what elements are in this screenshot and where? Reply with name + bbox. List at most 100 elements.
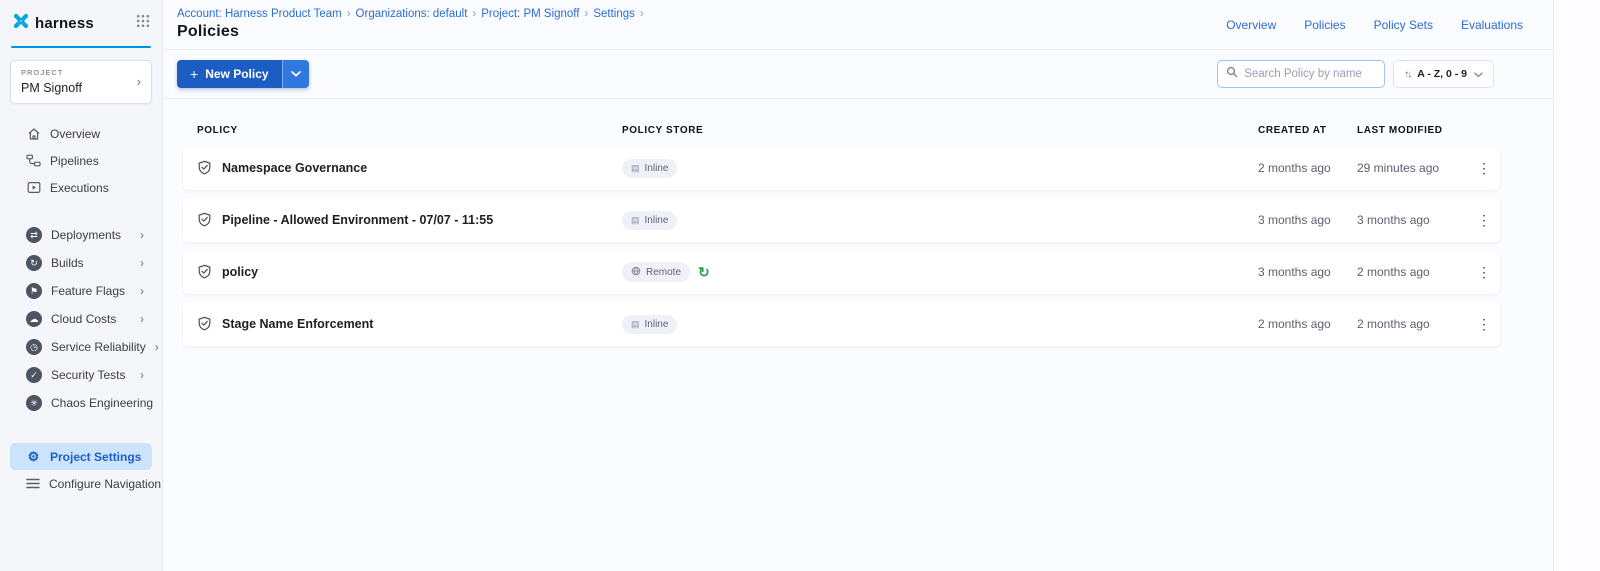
tab-overview[interactable]: Overview bbox=[1226, 18, 1276, 32]
breadcrumb-separator: › bbox=[472, 8, 476, 20]
policy-name: Stage Name Enforcement bbox=[222, 317, 373, 331]
sidebar-item-cloud-costs[interactable]: ☁ Cloud Costs › bbox=[10, 305, 152, 333]
home-icon bbox=[26, 126, 41, 141]
row-menu-button[interactable]: ⋮ bbox=[1468, 316, 1500, 333]
deployments-icon: ⇄ bbox=[26, 227, 42, 243]
sidebar-item-chaos-engineering[interactable]: ✳Chaos Engineering› bbox=[10, 389, 152, 417]
search-input[interactable] bbox=[1244, 68, 1376, 80]
policy-row[interactable]: policyRemote↻3 months ago2 months ago⋮ bbox=[183, 250, 1500, 294]
sidebar-item-label: Configure Navigation bbox=[49, 477, 161, 491]
brand-name: harness bbox=[35, 15, 94, 32]
sidebar-nav: Overview Pipelines Executions bbox=[0, 120, 162, 201]
sidebar-item-service-reliability[interactable]: ◷Service Reliability› bbox=[10, 333, 152, 361]
chevron-right-icon: › bbox=[155, 341, 159, 353]
apps-grid-icon[interactable] bbox=[136, 14, 150, 33]
executions-icon bbox=[26, 180, 41, 195]
policy-store-label: Inline bbox=[645, 215, 669, 226]
sort-arrows-icon: ↑↓ bbox=[1404, 69, 1410, 80]
policy-store-label: Inline bbox=[645, 319, 669, 330]
sidebar-item-label: Service Reliability bbox=[51, 340, 146, 354]
sidebar-item-label: Chaos Engineering bbox=[51, 396, 153, 410]
security-tests-icon: ✓ bbox=[26, 367, 42, 383]
sidebar-item-deployments[interactable]: ⇄Deployments› bbox=[10, 221, 152, 249]
row-menu-button[interactable]: ⋮ bbox=[1468, 264, 1500, 281]
main-area: Account: Harness Product Team › Organizati… bbox=[163, 0, 1553, 571]
sidebar-item-executions[interactable]: Executions bbox=[10, 174, 152, 201]
breadcrumb-item[interactable]: Project: PM Signoff bbox=[481, 8, 579, 20]
sidebar-bottom: ⚙Project SettingsConfigure Navigation bbox=[0, 443, 162, 497]
policy-shield-icon bbox=[197, 316, 212, 332]
sidebar-item-pipelines[interactable]: Pipelines bbox=[10, 147, 152, 174]
chevron-right-icon: › bbox=[140, 285, 144, 297]
sidebar-item-label: Project Settings bbox=[50, 450, 141, 464]
logo-accent-underline bbox=[11, 46, 151, 48]
sidebar-item-security-tests[interactable]: ✓Security Tests› bbox=[10, 361, 152, 389]
policy-store-label: Remote bbox=[646, 267, 681, 278]
sidebar-item-builds[interactable]: ↻Builds› bbox=[10, 249, 152, 277]
sidebar: harness PROJECT PM Signoff › Overview Pip… bbox=[0, 0, 163, 571]
created-at: 3 months ago bbox=[1258, 213, 1357, 227]
policy-shield-icon bbox=[197, 212, 212, 228]
logo-row: harness bbox=[0, 0, 162, 46]
sidebar-item-feature-flags[interactable]: ⚑Feature Flags› bbox=[10, 277, 152, 305]
inline-document-icon: ▤ bbox=[631, 320, 640, 329]
tab-policies[interactable]: Policies bbox=[1304, 18, 1345, 32]
tab-policy-sets[interactable]: Policy Sets bbox=[1374, 18, 1433, 32]
feature-flags-icon: ⚑ bbox=[26, 283, 42, 299]
chevron-right-icon: › bbox=[137, 75, 141, 88]
project-name: PM Signoff bbox=[21, 81, 82, 95]
chevron-down-icon bbox=[1474, 65, 1483, 83]
inline-document-icon: ▤ bbox=[631, 164, 640, 173]
breadcrumb-separator: › bbox=[585, 8, 589, 20]
breadcrumb-separator: › bbox=[347, 8, 351, 20]
last-modified: 3 months ago bbox=[1357, 213, 1468, 227]
header-tabs: Overview Policies Policy Sets Evaluations bbox=[1226, 0, 1523, 49]
breadcrumb-item[interactable]: Organizations: default bbox=[356, 8, 468, 20]
project-selector[interactable]: PROJECT PM Signoff › bbox=[10, 60, 152, 104]
sort-label: A - Z, 0 - 9 bbox=[1417, 68, 1467, 80]
page-title: Policies bbox=[177, 23, 644, 41]
breadcrumb-item[interactable]: Settings bbox=[593, 8, 635, 20]
policy-store-badge: ▤ Inline bbox=[622, 315, 677, 334]
sidebar-item-configure-navigation[interactable]: Configure Navigation bbox=[10, 470, 152, 497]
chevron-right-icon: › bbox=[140, 313, 144, 325]
row-menu-button[interactable]: ⋮ bbox=[1468, 160, 1500, 177]
tab-evaluations[interactable]: Evaluations bbox=[1461, 18, 1523, 32]
created-at: 2 months ago bbox=[1258, 317, 1357, 331]
policy-shield-icon bbox=[197, 264, 212, 280]
sidebar-item-label: Cloud Costs bbox=[51, 312, 116, 326]
column-last-modified: LAST MODIFIED bbox=[1357, 125, 1468, 136]
policy-row[interactable]: Namespace Governance▤Inline2 months ago2… bbox=[183, 146, 1500, 190]
sidebar-modules: ⇄Deployments›↻Builds›⚑Feature Flags›☁Clo… bbox=[0, 221, 162, 417]
policy-name: Namespace Governance bbox=[222, 161, 367, 175]
breadcrumb-separator: › bbox=[640, 8, 644, 20]
inline-document-icon: ▤ bbox=[631, 216, 640, 225]
builds-icon: ↻ bbox=[26, 255, 42, 271]
sort-dropdown[interactable]: ↑↓ A - Z, 0 - 9 bbox=[1393, 60, 1494, 88]
sidebar-item-label: Builds bbox=[51, 256, 84, 270]
sidebar-item-label: Executions bbox=[50, 181, 109, 195]
breadcrumb-item[interactable]: Account: Harness Product Team bbox=[177, 8, 342, 20]
sidebar-item-overview[interactable]: Overview bbox=[10, 120, 152, 147]
plus-icon: + bbox=[190, 67, 198, 81]
sidebar-item-project-settings[interactable]: ⚙Project Settings bbox=[10, 443, 152, 470]
chevron-down-icon bbox=[291, 71, 301, 77]
new-policy-dropdown-button[interactable] bbox=[282, 60, 309, 88]
chaos-engineering-icon: ✳ bbox=[26, 395, 42, 411]
policy-store-label: Inline bbox=[645, 163, 669, 174]
hamburger-icon bbox=[26, 476, 40, 491]
cloud-costs-icon: ☁ bbox=[26, 311, 42, 327]
row-menu-button[interactable]: ⋮ bbox=[1468, 212, 1500, 229]
policy-list: POLICY POLICY STORE CREATED AT LAST MODI… bbox=[163, 99, 1553, 571]
pipelines-icon bbox=[26, 153, 41, 168]
policy-row[interactable]: Pipeline - Allowed Environment - 07/07 -… bbox=[183, 198, 1500, 242]
new-policy-button[interactable]: + New Policy bbox=[177, 60, 282, 88]
policy-row[interactable]: Stage Name Enforcement ▤ Inline 2 months ag… bbox=[183, 302, 1500, 346]
last-modified: 2 months ago bbox=[1357, 265, 1468, 279]
last-modified: 2 months ago bbox=[1357, 317, 1468, 331]
chevron-right-icon: › bbox=[140, 369, 144, 381]
service-reliability-icon: ◷ bbox=[26, 339, 42, 355]
sidebar-item-label: Overview bbox=[50, 127, 100, 141]
created-at: 2 months ago bbox=[1258, 161, 1357, 175]
harness-logo-icon bbox=[12, 12, 30, 35]
